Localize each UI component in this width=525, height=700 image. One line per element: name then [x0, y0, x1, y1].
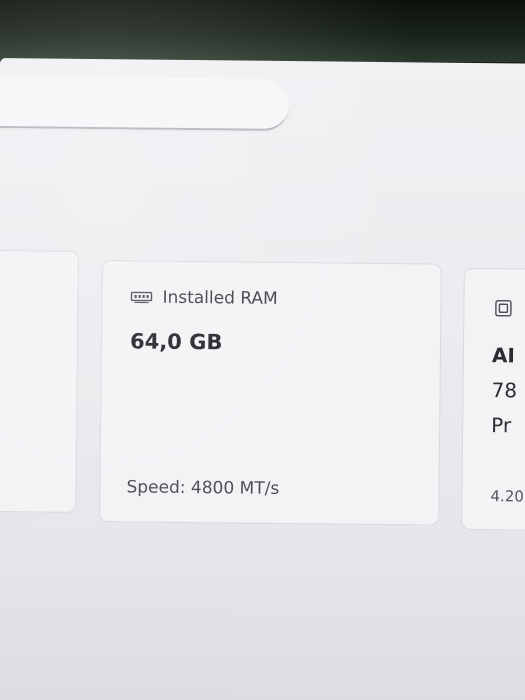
- search-input[interactable]: [0, 75, 290, 132]
- installed-ram-card[interactable]: Installed RAM 64,0 GB Speed: 4800 MT/s: [99, 260, 442, 526]
- processor-name-line-1: AI: [491, 343, 515, 368]
- ram-speed-text: Speed: 4800 MT/s: [126, 477, 280, 499]
- processor-card[interactable]: AI 78 Pr 4.20: [461, 267, 525, 531]
- card-header: Installed RAM: [130, 287, 278, 309]
- processor-name-line-2: 78: [491, 378, 518, 403]
- processor-speed-text: 4.20: [490, 487, 524, 506]
- card-title: Installed RAM: [162, 287, 278, 309]
- memory-icon: [130, 291, 153, 304]
- ram-size-value: 64,0 GB: [129, 329, 223, 355]
- processor-icon: [495, 300, 512, 317]
- spec-card-previous[interactable]: [0, 249, 79, 513]
- photo-frame: Installed RAM 64,0 GB Speed: 4800 MT/s A…: [0, 0, 525, 700]
- settings-screen: Installed RAM 64,0 GB Speed: 4800 MT/s A…: [0, 58, 525, 700]
- monitor-bezel: [0, 0, 525, 62]
- processor-name-line-3: Pr: [491, 413, 512, 438]
